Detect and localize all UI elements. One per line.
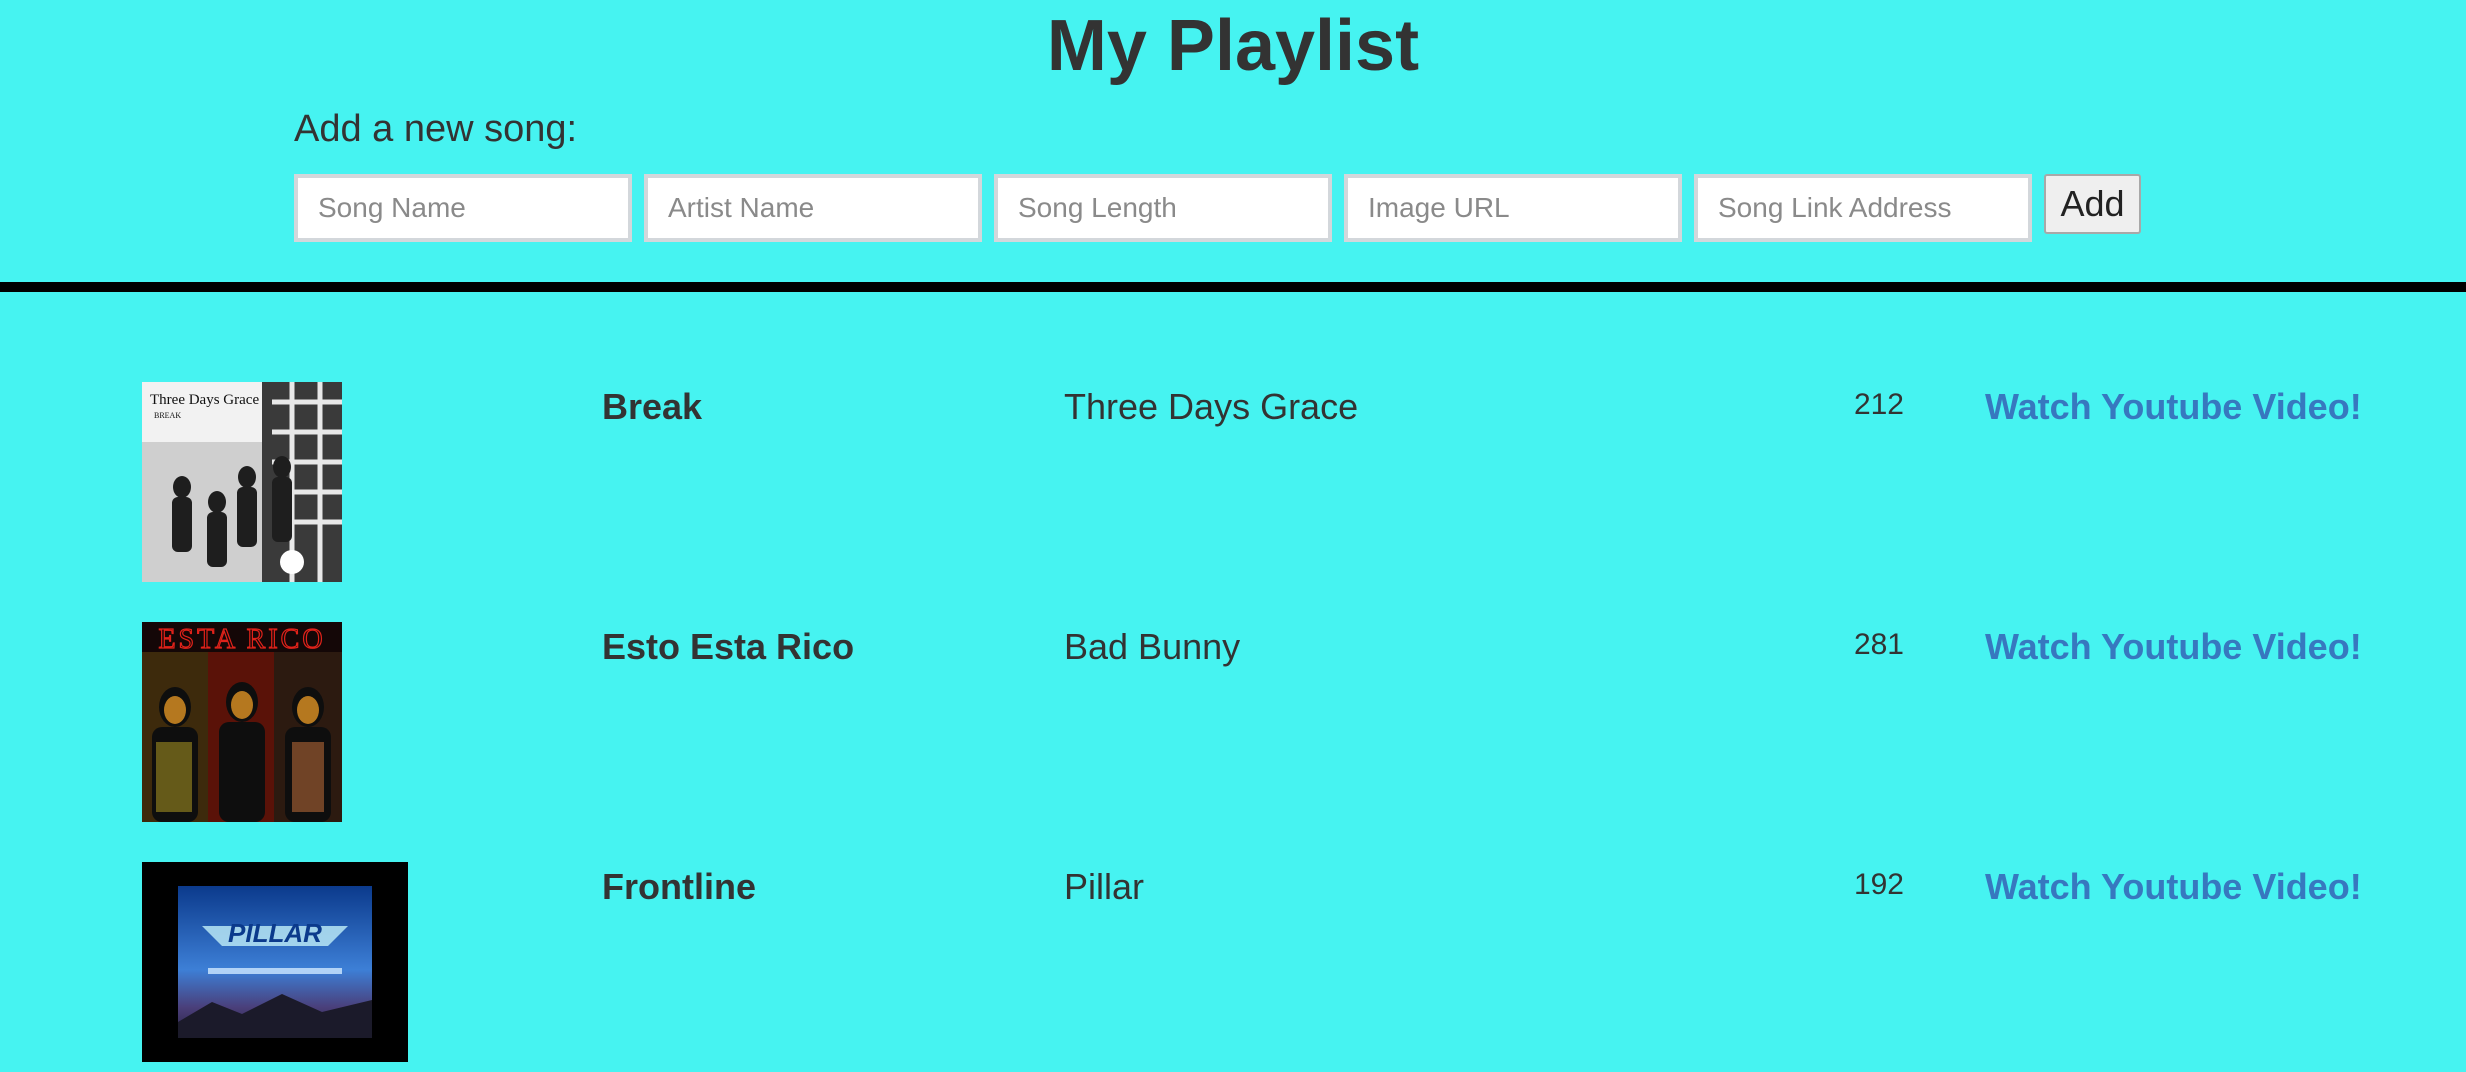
song-name: Frontline: [602, 866, 756, 907]
song-length: 192: [1853, 868, 1904, 901]
song-name-input[interactable]: [294, 174, 632, 242]
song-length-input[interactable]: [994, 174, 1332, 242]
song-artist: Pillar: [1064, 866, 1145, 907]
song-row: PILLAR Frontline Pillar 192 Watch Youtub…: [0, 862, 2466, 1062]
album-cover-title: PILLAR: [228, 918, 322, 948]
album-cover-image: PILLAR: [142, 862, 408, 1062]
song-row: Three Days Grace BREAK Break Three Days …: [0, 382, 2466, 582]
album-cover-title: ESTA RICO: [158, 624, 325, 655]
header-divider: [0, 282, 2466, 292]
add-song-label: Add a new song:: [294, 108, 578, 150]
song-length: 212: [1853, 388, 1904, 421]
image-url-input[interactable]: [1344, 174, 1682, 242]
watch-video-link[interactable]: Watch Youtube Video!: [1985, 382, 2362, 432]
watch-video-link[interactable]: Watch Youtube Video!: [1985, 622, 2362, 672]
watch-video-link[interactable]: Watch Youtube Video!: [1985, 862, 2362, 912]
song-name: Esto Esta Rico: [602, 626, 855, 667]
album-cover-subtitle: BREAK: [154, 411, 181, 420]
song-length: 281: [1853, 628, 1904, 661]
album-cover-image: ESTA RICO: [142, 622, 342, 822]
song-artist: Three Days Grace: [1064, 386, 1359, 427]
song-name: Break: [602, 386, 703, 427]
page-title: My Playlist: [1046, 6, 1420, 86]
song-link-input[interactable]: [1694, 174, 2032, 242]
song-artist: Bad Bunny: [1064, 626, 1241, 667]
add-song-button[interactable]: Add: [2044, 174, 2141, 234]
album-cover-image: Three Days Grace BREAK: [142, 382, 342, 582]
add-song-form: Add: [294, 174, 2141, 242]
song-row: ESTA RICO Esto Esta Rico Bad Bunny 281 W…: [0, 622, 2466, 822]
artist-name-input[interactable]: [644, 174, 982, 242]
playlist-page: My Playlist Add a new song: Add: [0, 0, 2466, 1072]
album-cover-title: Three Days Grace: [150, 392, 259, 408]
